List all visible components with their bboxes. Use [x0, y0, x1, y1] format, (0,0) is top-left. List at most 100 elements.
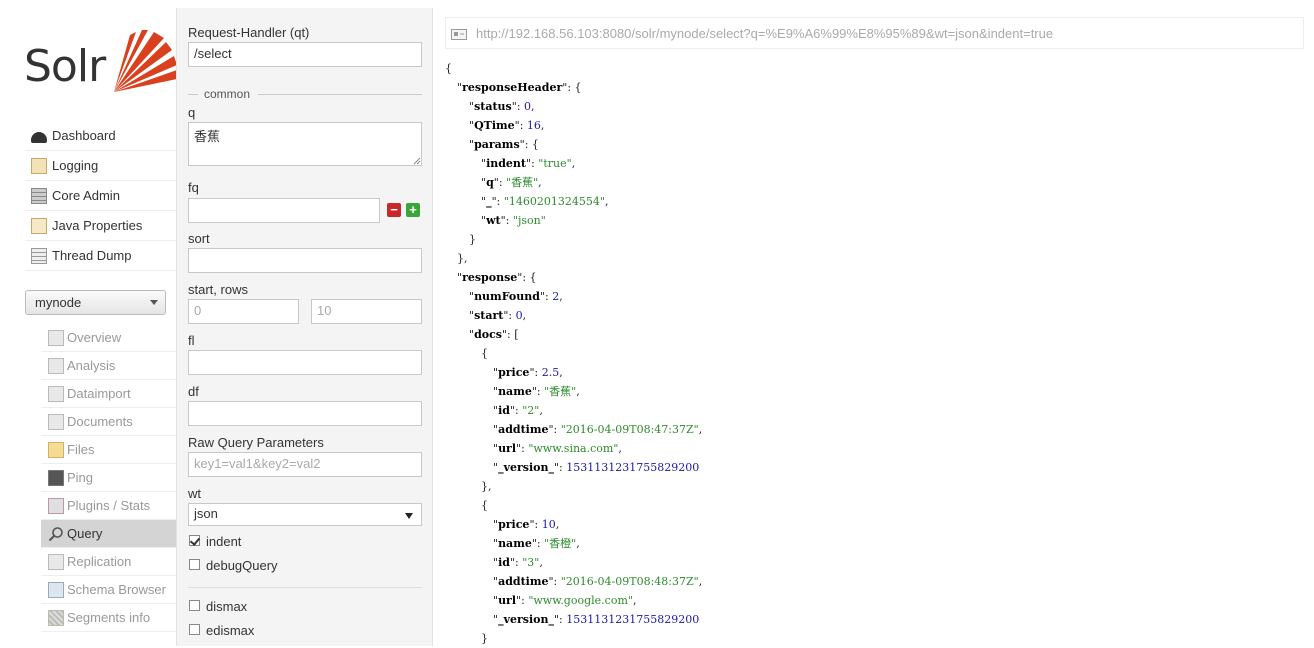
handler-label: Request-Handler (qt): [188, 25, 310, 40]
solr-sun-icon: [114, 30, 177, 92]
json-punct: : [: [507, 328, 519, 341]
core-nav-ping[interactable]: Ping: [41, 464, 176, 492]
add-fq-button[interactable]: +: [406, 203, 420, 217]
json-punct: },: [457, 252, 468, 265]
json-line: "start": 0,: [469, 306, 526, 325]
json-string-value: "2016-04-09T08:47:37Z": [560, 423, 699, 436]
df-label: df: [188, 384, 199, 399]
common-section-header: common: [188, 87, 422, 101]
divider: [188, 587, 422, 588]
json-line: "addtime": "2016-04-09T08:47:37Z",: [493, 420, 702, 439]
nav-java-properties[interactable]: Java Properties: [25, 211, 176, 241]
json-colon: :: [519, 119, 527, 132]
magnifier-icon: [48, 526, 64, 542]
json-key: price: [498, 366, 530, 379]
json-comma: ,: [555, 518, 560, 531]
core-nav-documents[interactable]: Documents: [41, 408, 176, 436]
funnel-icon: [48, 357, 64, 374]
request-url-bar[interactable]: http://192.168.56.103:8080/solr/mynode/s…: [445, 17, 1304, 49]
json-comma: ,: [559, 366, 563, 379]
core-admin-icon: [31, 187, 47, 204]
sort-input[interactable]: [188, 248, 422, 273]
left-navigation: Solr Dashboard Logging Core Admin Java P…: [0, 0, 177, 646]
json-key: _version_: [498, 461, 554, 474]
json-line: "responseHeader": {: [457, 78, 582, 97]
core-nav-label: Segments info: [67, 610, 151, 625]
documents-icon: [48, 413, 64, 430]
request-url[interactable]: http://192.168.56.103:8080/solr/mynode/s…: [476, 26, 1053, 41]
json-string-value: "2": [522, 404, 540, 417]
json-key: params: [474, 138, 520, 151]
json-line: "id": "2",: [493, 401, 543, 420]
json-line: "url": "www.sina.com",: [493, 439, 622, 458]
indent-checkbox[interactable]: [189, 535, 200, 546]
segments-icon: [48, 609, 64, 626]
json-comma: ,: [576, 385, 580, 398]
core-selector[interactable]: mynode: [25, 290, 166, 315]
json-comma: ,: [539, 404, 543, 417]
json-number-value: 10: [541, 518, 556, 531]
json-number-value: 0: [524, 100, 532, 113]
dismax-label: dismax: [206, 599, 248, 614]
json-line: }: [469, 230, 476, 249]
json-comma: ,: [698, 575, 703, 588]
edismax-checkbox[interactable]: [189, 624, 200, 635]
core-nav-schema-browser[interactable]: Schema Browser: [41, 576, 176, 604]
json-key: docs: [474, 328, 502, 341]
rows-input[interactable]: 10: [311, 299, 422, 324]
solr-logo[interactable]: Solr: [24, 28, 177, 100]
core-nav-analysis[interactable]: Analysis: [41, 352, 176, 380]
core-nav-dataimport[interactable]: Dataimport: [41, 380, 176, 408]
core-nav-plugins-stats[interactable]: Plugins / Stats: [41, 492, 176, 520]
json-comma: ,: [698, 423, 703, 436]
json-key: response: [462, 271, 518, 284]
nav-thread-dump[interactable]: Thread Dump: [25, 241, 176, 271]
core-nav-query[interactable]: Query: [41, 520, 176, 548]
core-nav-files[interactable]: Files: [41, 436, 176, 464]
dismax-checkbox[interactable]: [189, 600, 200, 611]
handler-input[interactable]: /select: [188, 42, 422, 67]
core-nav-segments-info[interactable]: Segments info: [41, 604, 176, 632]
json-punct: : {: [524, 138, 539, 151]
json-comma: ,: [531, 100, 535, 113]
nav-core-admin[interactable]: Core Admin: [25, 181, 176, 211]
json-colon: :: [508, 309, 516, 322]
json-string-value: "true": [538, 157, 572, 170]
json-number-value: 1531131231755829200: [566, 613, 700, 626]
nav-dashboard[interactable]: Dashboard: [25, 121, 176, 151]
wt-label: wt: [188, 486, 201, 501]
debug-query-checkbox[interactable]: [189, 559, 200, 570]
json-line: "status": 0,: [469, 97, 535, 116]
plus-icon: +: [409, 202, 417, 217]
start-input[interactable]: 0: [188, 299, 299, 324]
json-colon: :: [498, 176, 507, 189]
json-line: {: [481, 344, 488, 363]
fq-input[interactable]: [188, 198, 380, 223]
json-line: "_version_": 1531131231755829200: [493, 610, 699, 629]
json-comma: ,: [618, 442, 622, 455]
core-nav-label: Ping: [67, 470, 94, 485]
remove-fq-button[interactable]: −: [387, 203, 401, 217]
core-nav-replication[interactable]: Replication: [41, 548, 176, 576]
nav-logging[interactable]: Logging: [25, 151, 176, 181]
q-textarea[interactable]: 香蕉: [188, 122, 422, 166]
raw-params-input[interactable]: key1=val1&key2=val2: [188, 452, 422, 477]
json-line: "response": {: [457, 268, 537, 287]
wt-select[interactable]: json: [188, 503, 422, 526]
json-string-value: "www.google.com": [528, 594, 633, 607]
nav-label: Thread Dump: [52, 248, 132, 263]
core-nav-label: Documents: [67, 414, 133, 429]
json-line: "params": {: [469, 135, 539, 154]
json-number-value: 1531131231755829200: [566, 461, 700, 474]
fl-label: fl: [188, 333, 195, 348]
fl-input[interactable]: [188, 350, 422, 375]
df-input[interactable]: [188, 401, 422, 426]
core-nav-label: Schema Browser: [67, 582, 166, 597]
files-icon: [48, 441, 64, 458]
indent-label: indent: [206, 534, 242, 549]
json-comma: ,: [522, 309, 527, 322]
json-key: id: [498, 404, 510, 417]
resize-handle-icon[interactable]: [413, 157, 421, 165]
json-key: QTime: [474, 119, 515, 132]
core-nav-overview[interactable]: Overview: [41, 324, 176, 352]
